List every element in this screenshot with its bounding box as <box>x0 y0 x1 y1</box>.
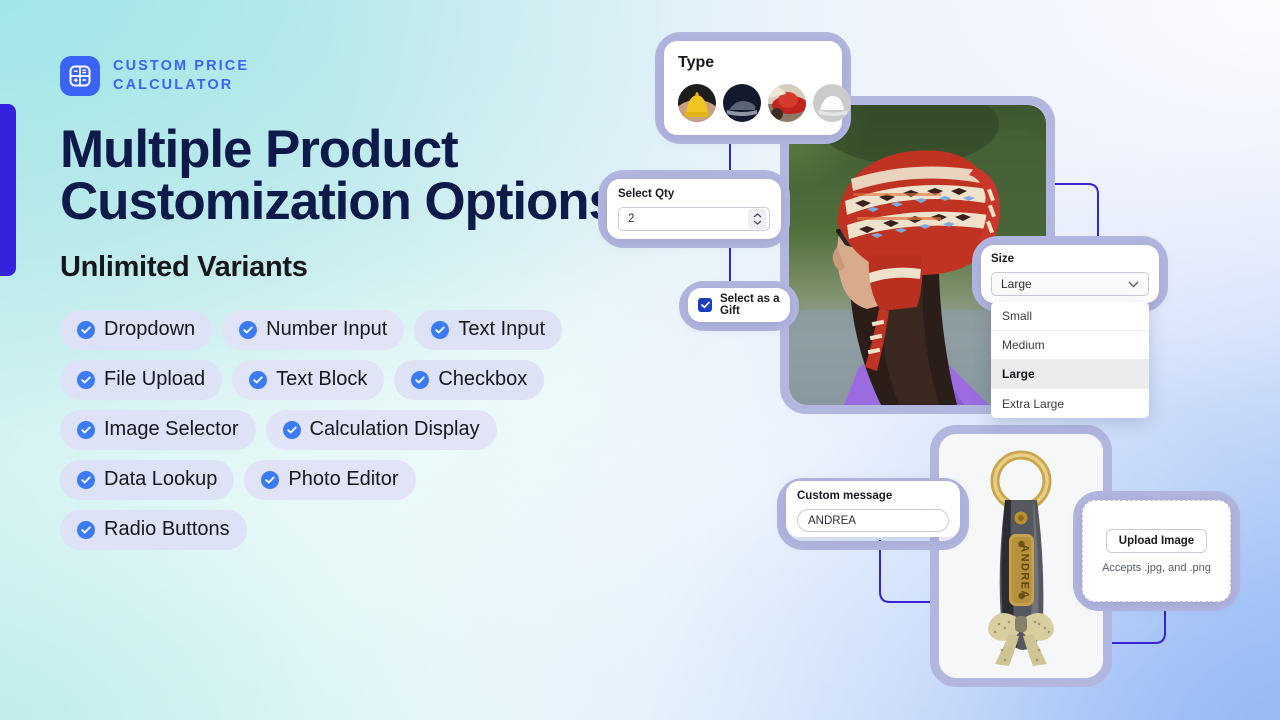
size-option[interactable]: Medium <box>991 331 1149 360</box>
size-label: Size <box>991 253 1015 265</box>
upload-image-button[interactable]: Upload Image <box>1105 528 1208 553</box>
size-option[interactable]: Large <box>991 360 1149 389</box>
gift-widget-card: Select as a Gift <box>688 288 790 322</box>
red-hat-swatch[interactable] <box>768 84 806 122</box>
white-cap-swatch[interactable] <box>813 84 851 122</box>
gift-checkbox[interactable] <box>698 298 712 312</box>
size-select[interactable]: Large <box>991 272 1149 296</box>
product-mockup-composition: ANDREA Type Select Qty 2 Select as a Gif… <box>0 0 1280 720</box>
yellow-beanie-swatch[interactable] <box>678 84 716 122</box>
size-selected-value: Large <box>1001 277 1032 291</box>
type-label: Type <box>678 54 715 71</box>
quantity-stepper[interactable]: 2 <box>618 207 770 231</box>
size-options-list[interactable]: Small Medium Large Extra Large <box>991 302 1149 418</box>
custom-message-value: ANDREA <box>808 514 856 527</box>
upload-widget-card: Upload Image Accepts .jpg, and .png <box>1082 500 1231 602</box>
keychain-engraving-text: ANDREA <box>1019 544 1031 599</box>
quantity-value: 2 <box>628 213 635 225</box>
image-selector-swatches <box>678 84 851 122</box>
type-widget-card: Type <box>664 41 851 135</box>
promo-banner: CUSTOM PRICE CALCULATOR Multiple Product… <box>0 0 1280 720</box>
chevron-down-icon <box>1128 277 1139 291</box>
upload-hint: Accepts .jpg, and .png <box>1102 561 1211 574</box>
navy-cap-swatch[interactable] <box>723 84 761 122</box>
gift-label: Select as a Gift <box>720 293 780 317</box>
qty-widget-card: Select Qty 2 <box>607 179 781 239</box>
size-option[interactable]: Extra Large <box>991 389 1149 418</box>
custom-message-input[interactable]: ANDREA <box>797 509 949 532</box>
message-widget-card: Custom message ANDREA <box>786 481 960 537</box>
qty-label: Select Qty <box>618 188 675 200</box>
message-label: Custom message <box>797 490 893 502</box>
stepper-up-down-icon[interactable] <box>748 209 766 229</box>
size-widget-card: Size Large <box>981 245 1159 303</box>
size-option[interactable]: Small <box>991 302 1149 331</box>
